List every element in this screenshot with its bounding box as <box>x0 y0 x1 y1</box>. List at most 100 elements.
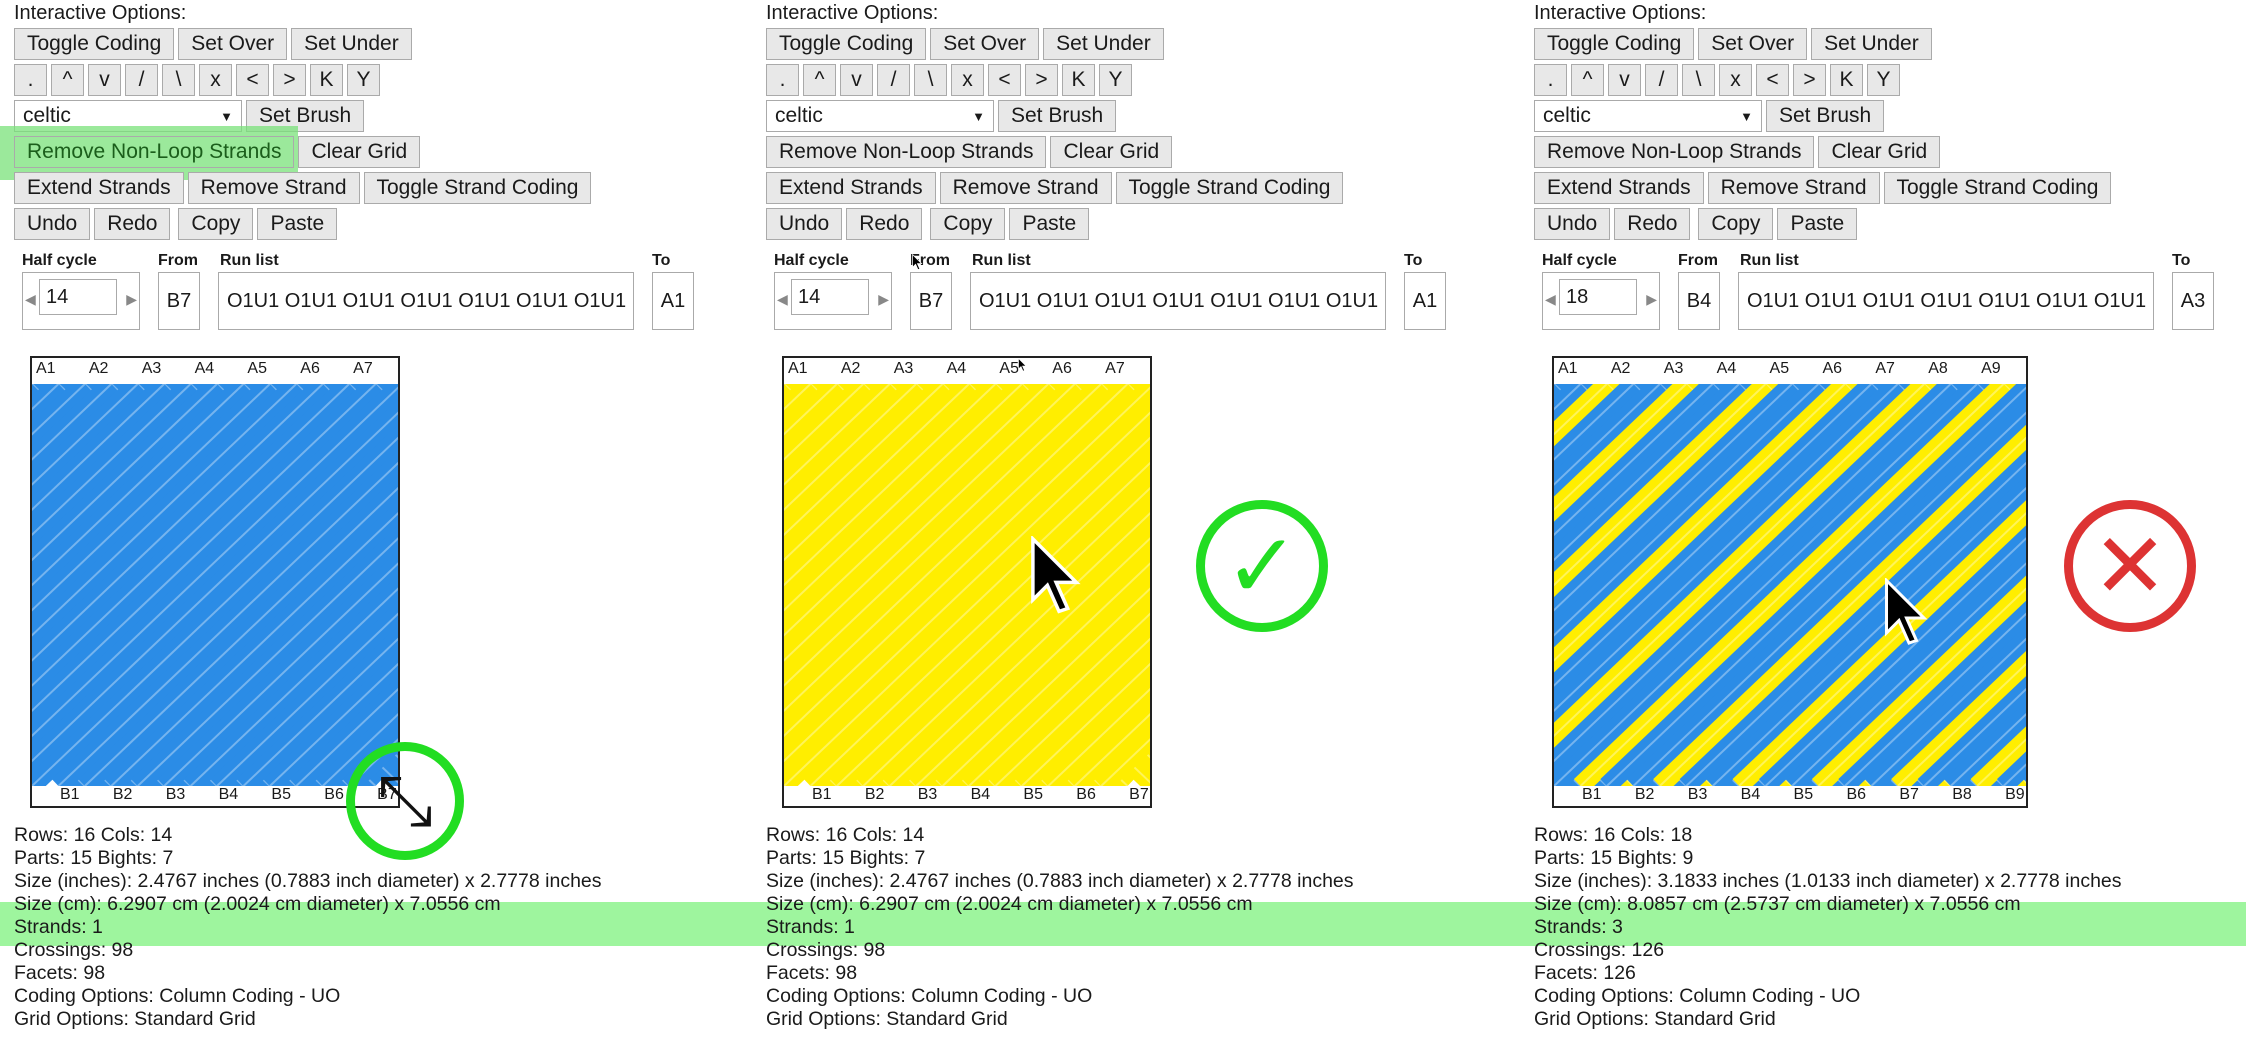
remove-strand-button[interactable]: Remove Strand <box>187 172 360 204</box>
toggle-coding-button[interactable]: Toggle Coding <box>14 28 175 60</box>
symbol-lt-button[interactable]: < <box>1756 64 1789 96</box>
toggle-strand-coding-button[interactable]: Toggle Strand Coding <box>363 172 592 204</box>
remove-strand-button[interactable]: Remove Strand <box>1707 172 1880 204</box>
symbol-gt-button[interactable]: > <box>1025 64 1058 96</box>
symbol-dot-button[interactable]: . <box>766 64 799 96</box>
copy-button[interactable]: Copy <box>930 208 1006 240</box>
symbol-lt-button[interactable]: < <box>236 64 269 96</box>
set-brush-button[interactable]: Set Brush <box>1766 100 1885 132</box>
knot-grid[interactable]: A1 A2 A3 A4 A5 A6 A7 B1 B2 B3 B4 B5 B6 B7 <box>30 356 400 808</box>
symbol-slash-button[interactable]: / <box>1645 64 1678 96</box>
extend-strands-button[interactable]: Extend Strands <box>1534 172 1704 204</box>
symbol-backslash-button[interactable]: \ <box>162 64 195 96</box>
symbol-gt-button[interactable]: > <box>1793 64 1826 96</box>
symbol-x-button[interactable]: x <box>199 64 232 96</box>
column-label-top: A7 <box>1105 360 1125 377</box>
spin-right-icon[interactable]: ▶ <box>126 291 137 308</box>
knot-grid[interactable]: A1 A2 A3 A4 A5 A6 A7 B1 B2 B3 B4 B5 B6 B7 <box>782 356 1152 808</box>
toggle-coding-button[interactable]: Toggle Coding <box>1534 28 1695 60</box>
symbol-x-button[interactable]: x <box>951 64 984 96</box>
toggle-strand-coding-button[interactable]: Toggle Strand Coding <box>1883 172 2112 204</box>
symbol-x-button[interactable]: x <box>1719 64 1752 96</box>
spin-right-icon[interactable]: ▶ <box>1646 291 1657 308</box>
run-list-field[interactable]: O1U1 O1U1 O1U1 O1U1 O1U1 O1U1 O1U1 <box>970 272 1386 330</box>
half-cycle-stepper[interactable]: ◀ ▶ 18 <box>1542 272 1660 330</box>
symbol-caret-button[interactable]: ^ <box>1571 64 1604 96</box>
column-label-bottom: B2 <box>864 786 885 803</box>
remove-non-loop-strands-button[interactable]: Remove Non-Loop Strands <box>1534 136 1815 168</box>
clear-grid-button[interactable]: Clear Grid <box>1818 136 1941 168</box>
toggle-strand-coding-button[interactable]: Toggle Strand Coding <box>1115 172 1344 204</box>
info-line: Strands: 1 <box>14 916 103 938</box>
spin-left-icon[interactable]: ◀ <box>777 291 788 308</box>
symbol-slash-button[interactable]: / <box>877 64 910 96</box>
to-field[interactable]: A1 <box>1404 272 1446 330</box>
clear-grid-button[interactable]: Clear Grid <box>1050 136 1173 168</box>
brush-select[interactable]: celtic ▼ <box>766 100 994 132</box>
half-cycle-input[interactable]: 14 <box>39 279 117 315</box>
paste-button[interactable]: Paste <box>1009 208 1090 240</box>
symbol-y-button[interactable]: Y <box>1867 64 1900 96</box>
symbol-caret-button[interactable]: ^ <box>51 64 84 96</box>
symbol-gt-button[interactable]: > <box>273 64 306 96</box>
to-field[interactable]: A1 <box>652 272 694 330</box>
extend-strands-button[interactable]: Extend Strands <box>766 172 936 204</box>
from-field[interactable]: B4 <box>1678 272 1720 330</box>
symbol-lt-button[interactable]: < <box>988 64 1021 96</box>
set-over-button[interactable]: Set Over <box>178 28 288 60</box>
redo-button[interactable]: Redo <box>1614 208 1691 240</box>
symbol-backslash-button[interactable]: \ <box>1682 64 1715 96</box>
from-field[interactable]: B7 <box>158 272 200 330</box>
brush-select[interactable]: celtic ▼ <box>1534 100 1762 132</box>
run-list-field[interactable]: O1U1 O1U1 O1U1 O1U1 O1U1 O1U1 O1U1 <box>1738 272 2154 330</box>
paste-button[interactable]: Paste <box>1777 208 1858 240</box>
undo-button[interactable]: Undo <box>1534 208 1611 240</box>
copy-button[interactable]: Copy <box>178 208 254 240</box>
from-field[interactable]: B7 <box>910 272 952 330</box>
symbol-k-button[interactable]: K <box>310 64 343 96</box>
remove-non-loop-strands-button[interactable]: Remove Non-Loop Strands <box>14 136 295 168</box>
symbol-k-button[interactable]: K <box>1830 64 1863 96</box>
spin-left-icon[interactable]: ◀ <box>1545 291 1556 308</box>
set-under-button[interactable]: Set Under <box>1811 28 1932 60</box>
to-field[interactable]: A3 <box>2172 272 2214 330</box>
extend-strands-button[interactable]: Extend Strands <box>14 172 184 204</box>
set-over-button[interactable]: Set Over <box>930 28 1040 60</box>
spin-left-icon[interactable]: ◀ <box>25 291 36 308</box>
symbol-v-button[interactable]: v <box>840 64 873 96</box>
half-cycle-stepper[interactable]: ◀ ▶ 14 <box>774 272 892 330</box>
set-over-button[interactable]: Set Over <box>1698 28 1808 60</box>
undo-button[interactable]: Undo <box>14 208 91 240</box>
symbol-v-button[interactable]: v <box>1608 64 1641 96</box>
symbol-y-button[interactable]: Y <box>1099 64 1132 96</box>
symbol-k-button[interactable]: K <box>1062 64 1095 96</box>
knot-info: Rows: 16 Cols: 18 Parts: 15 Bights: 9 Size… <box>1534 824 2122 1031</box>
symbol-dot-button[interactable]: . <box>1534 64 1567 96</box>
symbol-slash-button[interactable]: / <box>125 64 158 96</box>
toggle-coding-button[interactable]: Toggle Coding <box>766 28 927 60</box>
set-brush-button[interactable]: Set Brush <box>998 100 1117 132</box>
redo-button[interactable]: Redo <box>846 208 923 240</box>
knot-grid[interactable]: A1 A2 A3 A4 A5 A6 A7 A8 A9 B1 B2 B3 B4 B5 B6 B7 B8 B9 <box>1552 356 2028 808</box>
copy-button[interactable]: Copy <box>1698 208 1774 240</box>
set-under-button[interactable]: Set Under <box>1043 28 1164 60</box>
remove-strand-button[interactable]: Remove Strand <box>939 172 1112 204</box>
run-list-field[interactable]: O1U1 O1U1 O1U1 O1U1 O1U1 O1U1 O1U1 <box>218 272 634 330</box>
spin-right-icon[interactable]: ▶ <box>878 291 889 308</box>
half-cycle-input[interactable]: 14 <box>791 279 869 315</box>
remove-non-loop-strands-button[interactable]: Remove Non-Loop Strands <box>766 136 1047 168</box>
symbol-v-button[interactable]: v <box>88 64 121 96</box>
redo-button[interactable]: Redo <box>94 208 171 240</box>
symbol-backslash-button[interactable]: \ <box>914 64 947 96</box>
top-label-band <box>784 358 1150 384</box>
half-cycle-input[interactable]: 18 <box>1559 279 1637 315</box>
symbol-y-button[interactable]: Y <box>347 64 380 96</box>
undo-button[interactable]: Undo <box>766 208 843 240</box>
paste-button[interactable]: Paste <box>257 208 338 240</box>
half-cycle-stepper[interactable]: ◀ ▶ 14 <box>22 272 140 330</box>
clear-grid-button[interactable]: Clear Grid <box>298 136 421 168</box>
symbol-caret-button[interactable]: ^ <box>803 64 836 96</box>
set-under-button[interactable]: Set Under <box>291 28 412 60</box>
symbol-dot-button[interactable]: . <box>14 64 47 96</box>
toolbar-coding: Toggle Coding Set Over Set Under <box>766 28 1164 60</box>
